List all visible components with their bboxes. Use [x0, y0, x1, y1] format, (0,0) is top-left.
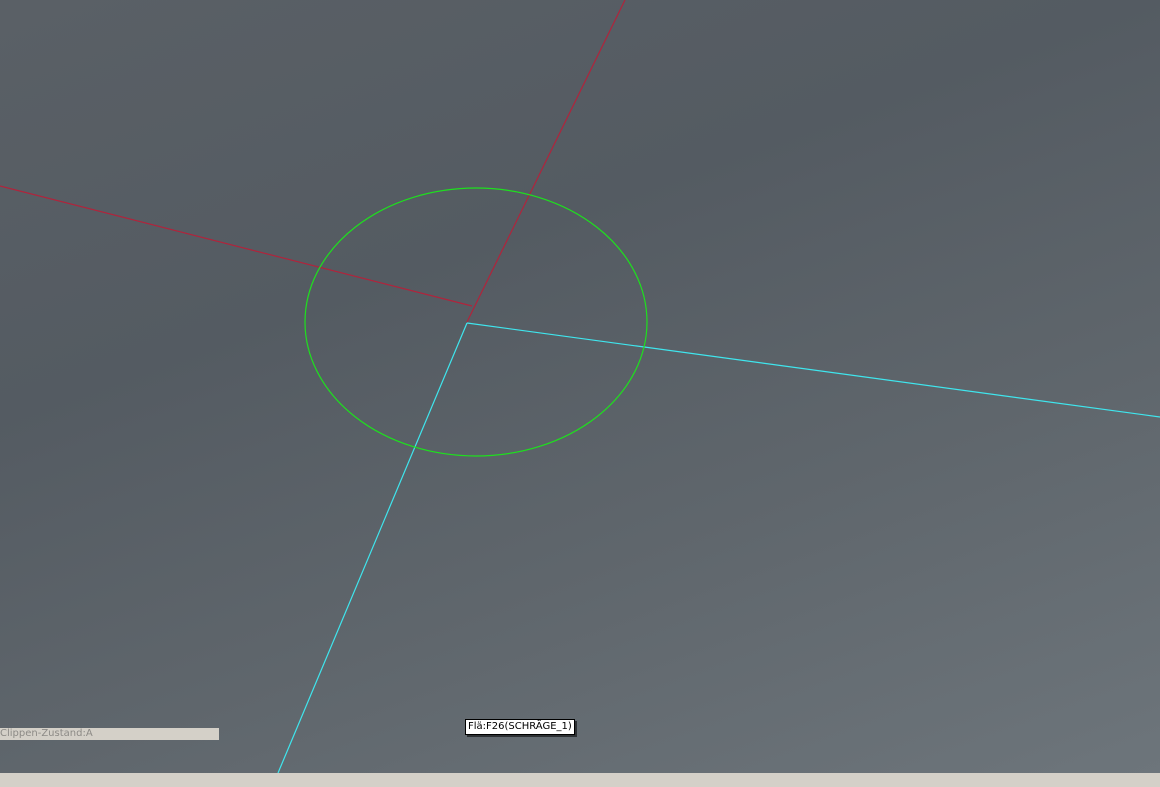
- red-axis-up: [466, 0, 626, 323]
- face-tooltip: Flä:F26(SCHRÄGE_1): [465, 719, 575, 735]
- cyan-axis-right: [466, 322, 1160, 418]
- green-circle: [304, 187, 648, 457]
- scene-canvas[interactable]: [0, 0, 1160, 773]
- 3d-viewport[interactable]: Clippen-Zustand:A Flä:F26(SCHRÄGE_1): [0, 0, 1160, 773]
- clip-status-label: Clippen-Zustand:A: [0, 728, 219, 740]
- bottom-status-bar: [0, 773, 1160, 787]
- cyan-axis-down: [277, 322, 468, 773]
- red-axis-left: [0, 185, 473, 307]
